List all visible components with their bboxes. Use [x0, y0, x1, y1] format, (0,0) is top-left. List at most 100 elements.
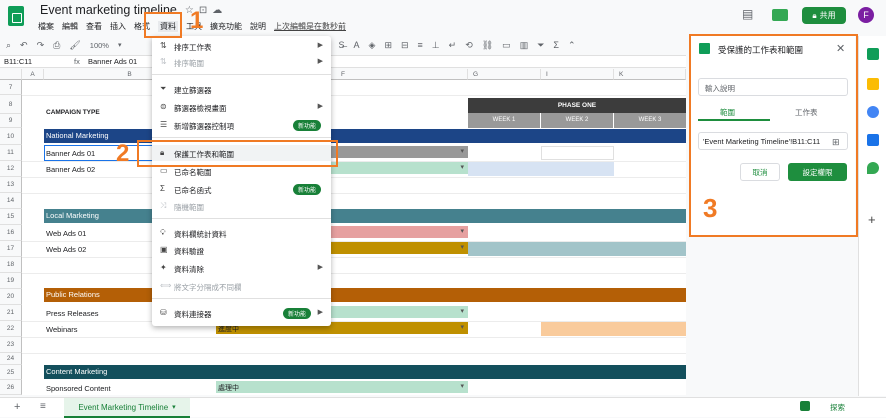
- sheet-tab[interactable]: Event Marketing Timeline ▾: [64, 398, 190, 418]
- text-color-icon[interactable]: A: [354, 40, 360, 50]
- row-header[interactable]: 25: [0, 365, 22, 380]
- avatar[interactable]: F: [858, 7, 874, 23]
- tasks-icon[interactable]: [867, 106, 879, 118]
- row-header[interactable]: 17: [0, 241, 22, 257]
- row-header[interactable]: 11: [0, 145, 22, 161]
- status-dropdown[interactable]: [331, 146, 468, 159]
- row-header[interactable]: 12: [0, 161, 22, 177]
- menu-item-data-connectors[interactable]: ⛁ 資料連接器 新功能 ▶: [152, 305, 331, 321]
- valign-icon[interactable]: ⊥: [432, 40, 440, 51]
- all-sheets-icon[interactable]: ≡: [40, 401, 46, 412]
- borders-icon[interactable]: ⊞: [384, 40, 392, 51]
- menu-item-add-slicer[interactable]: ☰ 新增篩選器控制項 新功能: [152, 117, 331, 133]
- col-header[interactable]: G: [468, 69, 541, 80]
- col-header[interactable]: F: [331, 69, 468, 80]
- cell-text[interactable]: Web Ads 02: [46, 245, 86, 254]
- menu-item-column-stats[interactable]: 💡︎ 資料欄統計資料: [152, 225, 331, 241]
- cell-text[interactable]: Web Ads 01: [46, 229, 86, 238]
- timeline-bar[interactable]: [541, 322, 686, 336]
- menu-item-sort-sheet[interactable]: ⇅ 排序工作表 ▶: [152, 38, 331, 54]
- col-header[interactable]: I: [541, 69, 614, 80]
- explore-button[interactable]: 探索: [830, 402, 845, 413]
- row-header[interactable]: 8: [0, 95, 22, 114]
- col-header[interactable]: A: [22, 69, 44, 80]
- timeline-cell[interactable]: [541, 146, 614, 160]
- row-header[interactable]: 19: [0, 273, 22, 289]
- sheets-logo[interactable]: [8, 6, 24, 26]
- menu-item-named-functions[interactable]: Σ 已命名函式 新功能: [152, 181, 331, 197]
- menu-extensions[interactable]: 擴充功能: [210, 21, 242, 32]
- search-menus-icon[interactable]: ⌕: [6, 40, 11, 51]
- menu-item-data-cleanup[interactable]: ✦ 資料清除 ▶: [152, 260, 331, 276]
- name-box[interactable]: B11:C11: [4, 57, 32, 66]
- grid-line: [22, 273, 686, 274]
- timeline-bar[interactable]: [468, 242, 686, 256]
- row-header[interactable]: 13: [0, 177, 22, 193]
- row-header[interactable]: 7: [0, 80, 22, 95]
- row-header[interactable]: 16: [0, 225, 22, 241]
- add-sheet-icon[interactable]: +: [14, 401, 20, 413]
- chevron-right-icon: ▶: [317, 309, 323, 316]
- plus-icon[interactable]: +: [868, 212, 876, 227]
- paint-format-icon[interactable]: 🖌︎: [69, 40, 80, 51]
- col-header[interactable]: K: [614, 69, 686, 80]
- maps-icon[interactable]: [867, 162, 879, 174]
- week-header: WEEK 2: [541, 113, 614, 128]
- row-header[interactable]: 15: [0, 209, 22, 225]
- keep-icon[interactable]: [867, 78, 879, 90]
- row-header[interactable]: 23: [0, 337, 22, 353]
- row-header[interactable]: 21: [0, 305, 22, 321]
- redo-icon[interactable]: ↷: [37, 40, 45, 51]
- wrap-icon[interactable]: ↵: [449, 40, 457, 51]
- align-icon[interactable]: ≡: [418, 40, 423, 50]
- zoom-select[interactable]: 100%: [90, 41, 109, 50]
- status-dropdown[interactable]: 處理中: [216, 381, 468, 394]
- fill-color-icon[interactable]: ◈: [369, 40, 376, 51]
- status-dropdown[interactable]: [331, 162, 468, 175]
- row-header[interactable]: 20: [0, 289, 22, 305]
- link-icon[interactable]: ⛓︎: [482, 40, 493, 51]
- cell-text[interactable]: Webinars: [46, 325, 78, 334]
- row-header[interactable]: 9: [0, 114, 22, 128]
- undo-icon[interactable]: ↶: [20, 40, 28, 51]
- share-button[interactable]: 🔒︎ 共用: [802, 7, 846, 24]
- row-header[interactable]: 22: [0, 321, 22, 337]
- row-header[interactable]: 24: [0, 353, 22, 365]
- cell-text[interactable]: Press Releases: [46, 309, 99, 318]
- last-edit-link[interactable]: 上次編輯是在數秒前: [274, 21, 346, 32]
- menu-insert[interactable]: 插入: [110, 21, 126, 32]
- strikethrough-icon[interactable]: S̶: [338, 40, 344, 50]
- cell-text[interactable]: Banner Ads 01: [46, 149, 95, 158]
- row-header[interactable]: 18: [0, 257, 22, 273]
- meet-icon[interactable]: [772, 9, 788, 21]
- menu-help[interactable]: 說明: [250, 21, 266, 32]
- filter-icon[interactable]: ⏷: [537, 40, 544, 51]
- menu-item-filter-views[interactable]: ⊜ 篩選器檢視畫面 ▶: [152, 99, 331, 115]
- collapse-icon[interactable]: ⌃: [568, 40, 576, 51]
- row-header[interactable]: 26: [0, 380, 22, 395]
- row-header[interactable]: 14: [0, 193, 22, 209]
- cell-text[interactable]: Banner Ads 02: [46, 165, 95, 174]
- menu-item-data-validation[interactable]: ▣ 資料驗證: [152, 242, 331, 258]
- menu-edit[interactable]: 編輯: [62, 21, 78, 32]
- menu-item-create-filter[interactable]: ⏷ 建立篩選器: [152, 81, 331, 97]
- timeline-bar[interactable]: [468, 162, 614, 176]
- formula-input[interactable]: Banner Ads 01: [88, 57, 137, 66]
- explore-icon[interactable]: [800, 401, 810, 411]
- spreadsheet-grid[interactable]: A B C D E F G H I J K 7 8 9 10 11 12 13 …: [0, 69, 686, 395]
- comment-icon[interactable]: ▭: [502, 40, 511, 51]
- contacts-icon[interactable]: [867, 134, 879, 146]
- chevron-down-icon[interactable]: ▾: [118, 41, 122, 49]
- sheets-icon[interactable]: [867, 48, 879, 60]
- menu-view[interactable]: 查看: [86, 21, 102, 32]
- menu-file[interactable]: 檔案: [38, 21, 54, 32]
- print-icon[interactable]: ⎙: [53, 40, 60, 51]
- select-all-corner[interactable]: [0, 69, 22, 80]
- chart-icon[interactable]: ▥: [520, 40, 529, 51]
- merge-cells-icon[interactable]: ⊟: [401, 40, 409, 51]
- rotate-icon[interactable]: ⟲: [465, 40, 473, 51]
- comment-history-icon[interactable]: ▤: [742, 7, 753, 21]
- cell-text[interactable]: Sponsored Content: [46, 384, 111, 393]
- functions-icon[interactable]: Σ: [553, 40, 559, 50]
- row-header[interactable]: 10: [0, 128, 22, 145]
